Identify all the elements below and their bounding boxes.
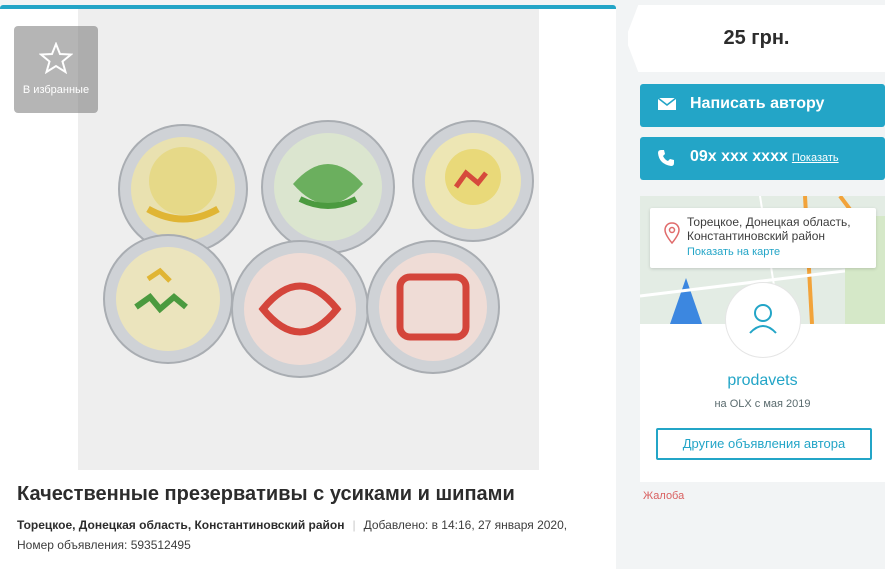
star-icon bbox=[39, 42, 73, 74]
meta-divider: | bbox=[352, 518, 356, 532]
condom-pack-5 bbox=[231, 240, 369, 378]
map-pin-icon bbox=[664, 222, 680, 244]
condom-pack-3 bbox=[412, 120, 534, 242]
ad-title: Качественные презервативы с усиками и ши… bbox=[17, 483, 515, 505]
seller-name[interactable]: prodavets bbox=[640, 372, 885, 390]
avatar[interactable] bbox=[726, 283, 800, 357]
seller-card: Торецкое, Донецкая область, Константинов… bbox=[640, 196, 885, 482]
ad-number: Номер объявления: 593512495 bbox=[17, 538, 191, 552]
condom-pack-4 bbox=[103, 234, 233, 364]
ad-card: В избранные Качественные презервативы с … bbox=[0, 5, 616, 569]
phone-icon bbox=[658, 150, 674, 166]
show-on-map-link[interactable]: Показать на карте bbox=[687, 246, 780, 258]
condom-pack-1 bbox=[118, 124, 248, 254]
message-author-button[interactable]: Написать автору bbox=[640, 84, 885, 127]
other-ads-button[interactable]: Другие объявления автора bbox=[656, 428, 872, 460]
price-box: 25 грн. bbox=[628, 5, 885, 72]
product-photo[interactable] bbox=[78, 9, 539, 470]
product-photo-illustration bbox=[78, 9, 539, 470]
location-card: Торецкое, Донецкая область, Константинов… bbox=[650, 208, 876, 268]
seller-since: на OLX с мая 2019 bbox=[714, 398, 811, 410]
ad-location[interactable]: Торецкое, Донецкая область, Константинов… bbox=[17, 518, 345, 532]
condom-pack-2 bbox=[261, 120, 395, 254]
show-phone-link[interactable]: Показать bbox=[792, 152, 839, 164]
ad-meta: Торецкое, Донецкая область, Константинов… bbox=[17, 518, 567, 532]
condom-pack-6 bbox=[366, 240, 500, 374]
user-icon bbox=[749, 304, 777, 334]
location-address: Торецкое, Донецкая область, Константинов… bbox=[687, 215, 851, 243]
price: 25 грн. bbox=[723, 27, 790, 49]
envelope-icon bbox=[657, 97, 677, 110]
ad-added-date: Добавлено: в 14:16, 27 января 2020, bbox=[363, 518, 568, 532]
phone-button[interactable]: 09x xxx xxxx Показать bbox=[640, 137, 885, 180]
complaint-link[interactable]: Жалоба bbox=[643, 490, 684, 502]
add-to-favorites-button[interactable]: В избранные bbox=[14, 26, 98, 113]
favorites-label: В избранные bbox=[22, 84, 90, 96]
phone-number: 09x xxx xxxx bbox=[690, 148, 788, 165]
message-author-label: Написать автору bbox=[690, 95, 825, 112]
